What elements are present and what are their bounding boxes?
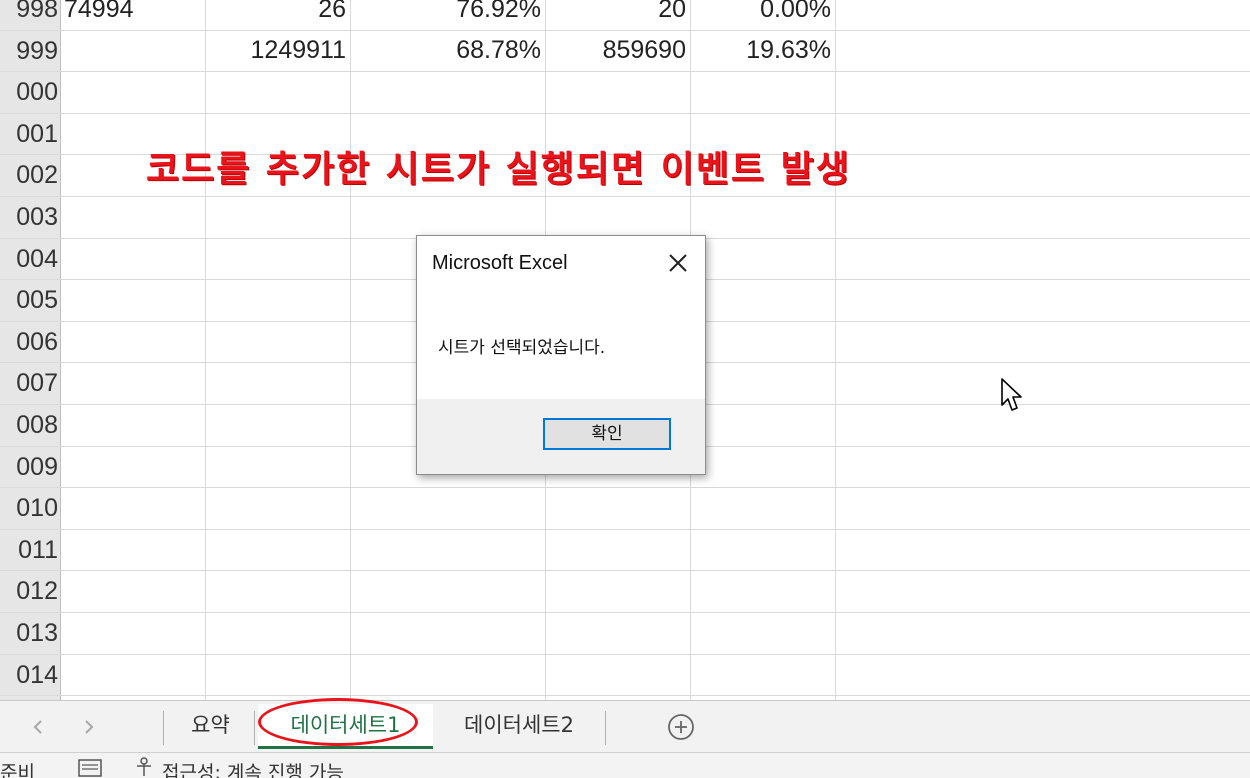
cell-d998[interactable]: 76.92%: [353, 0, 541, 29]
cell-e999[interactable]: 859690: [548, 29, 686, 70]
row-header[interactable]: 013: [0, 612, 60, 653]
row-header[interactable]: 004: [0, 238, 60, 279]
sheet-tab-bar: 요약 데이터세트1 데이터세트2: [0, 700, 1250, 753]
row-header[interactable]: 998: [0, 0, 60, 29]
tab-separator: [254, 711, 255, 745]
dialog-message: 시트가 선택되었습니다.: [438, 338, 606, 358]
row-header[interactable]: 000: [0, 71, 60, 112]
tab-dataset1[interactable]: 데이터세트1: [258, 704, 433, 749]
row-header[interactable]: 003: [0, 196, 60, 237]
cell-d999[interactable]: 68.78%: [353, 29, 541, 70]
row-gridline: [0, 529, 1250, 530]
cell-f999[interactable]: 19.63%: [693, 29, 831, 70]
row-gridline: [0, 487, 1250, 488]
status-bar: 준비 접근성: 계속 진행 가능: [0, 752, 1250, 778]
row-header[interactable]: 006: [0, 321, 60, 362]
row-header[interactable]: 005: [0, 279, 60, 320]
row-header[interactable]: 012: [0, 570, 60, 611]
cell-b998[interactable]: 74994: [64, 0, 204, 29]
tab-scroll-right-icon[interactable]: [79, 717, 99, 737]
page-view-icon[interactable]: [78, 759, 102, 778]
cell-f998[interactable]: 0.00%: [693, 0, 831, 29]
status-ready: 준비: [0, 762, 35, 778]
tab-separator: [163, 711, 164, 745]
column-divider: [205, 0, 206, 700]
add-sheet-icon[interactable]: [666, 712, 696, 742]
dialog-title: Microsoft Excel: [432, 252, 568, 274]
message-dialog: Microsoft Excel 시트가 선택되었습니다. 확인: [416, 235, 706, 475]
mouse-pointer-icon: [1001, 378, 1022, 411]
row-header[interactable]: 999: [0, 30, 60, 71]
accessibility-status[interactable]: 접근성: 계속 진행 가능: [162, 758, 344, 778]
row-gridline: [0, 695, 1250, 696]
dialog-footer: 확인: [417, 399, 705, 474]
accessibility-icon[interactable]: [134, 756, 154, 778]
tab-separator: [605, 711, 606, 745]
row-header[interactable]: 010: [0, 487, 60, 528]
row-header[interactable]: 002: [0, 154, 60, 195]
row-header[interactable]: 009: [0, 446, 60, 487]
close-icon[interactable]: [661, 246, 695, 280]
row-gridline: [0, 612, 1250, 613]
row-gridline: [0, 570, 1250, 571]
row-header[interactable]: 007: [0, 362, 60, 403]
row-header[interactable]: 014: [0, 654, 60, 695]
row-gridline: [0, 196, 1250, 197]
cell-c999[interactable]: 1249911: [208, 29, 346, 70]
tab-summary[interactable]: 요약: [168, 704, 253, 746]
row-gridline: [0, 113, 1250, 114]
row-header[interactable]: 001: [0, 113, 60, 154]
row-header[interactable]: 011: [0, 529, 60, 570]
cell-c998[interactable]: 26: [208, 0, 346, 29]
row-gridline: [0, 71, 1250, 72]
row-header[interactable]: 008: [0, 404, 60, 445]
column-divider: [350, 0, 351, 700]
row-gridline: [0, 654, 1250, 655]
ok-button[interactable]: 확인: [543, 418, 671, 450]
column-divider: [835, 0, 836, 700]
annotation-text: 코드를 추가한 시트가 실행되면 이벤트 발생: [146, 149, 851, 190]
cell-e998[interactable]: 20: [548, 0, 686, 29]
tab-dataset2[interactable]: 데이터세트2: [438, 704, 600, 746]
tab-scroll-left-icon[interactable]: [28, 717, 48, 737]
